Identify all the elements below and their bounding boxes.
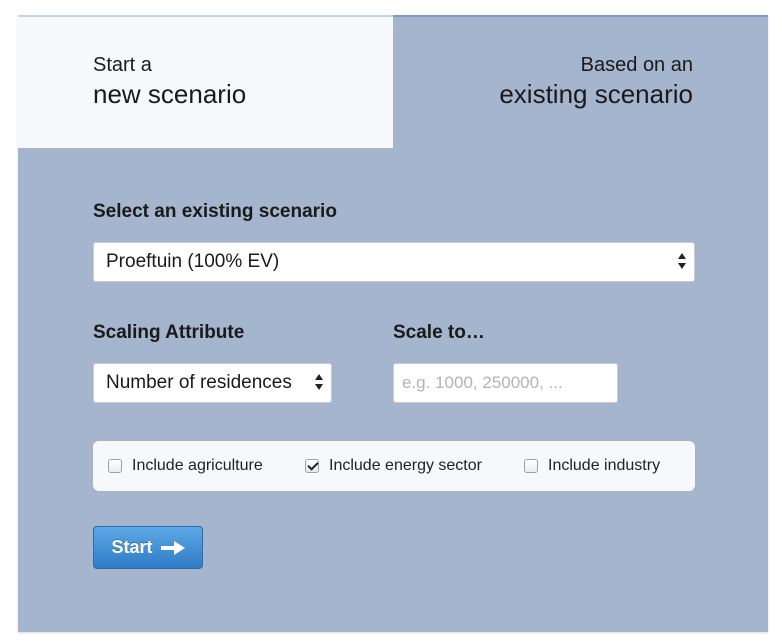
include-options-box: Include agriculture Include energy secto… [93,441,695,491]
include-energy-sector-checkbox[interactable]: Include energy sector [305,454,482,478]
tab-existing-scenario[interactable]: Based on an existing scenario [393,17,768,148]
existing-scenario-value: Proeftuin (100% EV) [106,251,280,272]
include-agriculture-label: Include agriculture [132,457,263,474]
scaling-attribute-value: Number of residences [106,372,292,393]
include-agriculture-checkbox[interactable]: Include agriculture [108,454,263,478]
existing-scenario-label: Select an existing scenario [93,201,337,222]
select-arrows-icon [678,253,686,271]
include-energy-sector-label: Include energy sector [329,457,482,474]
tab-new-scenario[interactable]: Start a new scenario [18,17,393,148]
checkbox-checked-icon[interactable] [305,459,319,473]
start-button-label: Start [111,537,153,557]
include-industry-checkbox[interactable]: Include industry [524,454,660,478]
scaling-attribute-label: Scaling Attribute [93,322,245,343]
scaling-attribute-select[interactable]: Number of residences [93,363,332,403]
tab-existing-scenario-line2: existing scenario [499,79,693,109]
tab-new-scenario-line2: new scenario [93,79,247,109]
scale-to-input[interactable] [393,363,618,403]
arrow-right-icon [160,540,185,555]
select-arrows-icon [315,374,323,392]
start-button[interactable]: Start [93,526,203,569]
tab-new-scenario-line1: Start a [93,54,152,76]
tab-existing-scenario-line1: Based on an [580,54,693,76]
existing-scenario-select[interactable]: Proeftuin (100% EV) [93,242,695,282]
checkbox-unchecked-icon[interactable] [524,459,538,473]
checkbox-unchecked-icon[interactable] [108,459,122,473]
scale-to-label: Scale to… [393,322,485,343]
include-industry-label: Include industry [548,457,661,474]
